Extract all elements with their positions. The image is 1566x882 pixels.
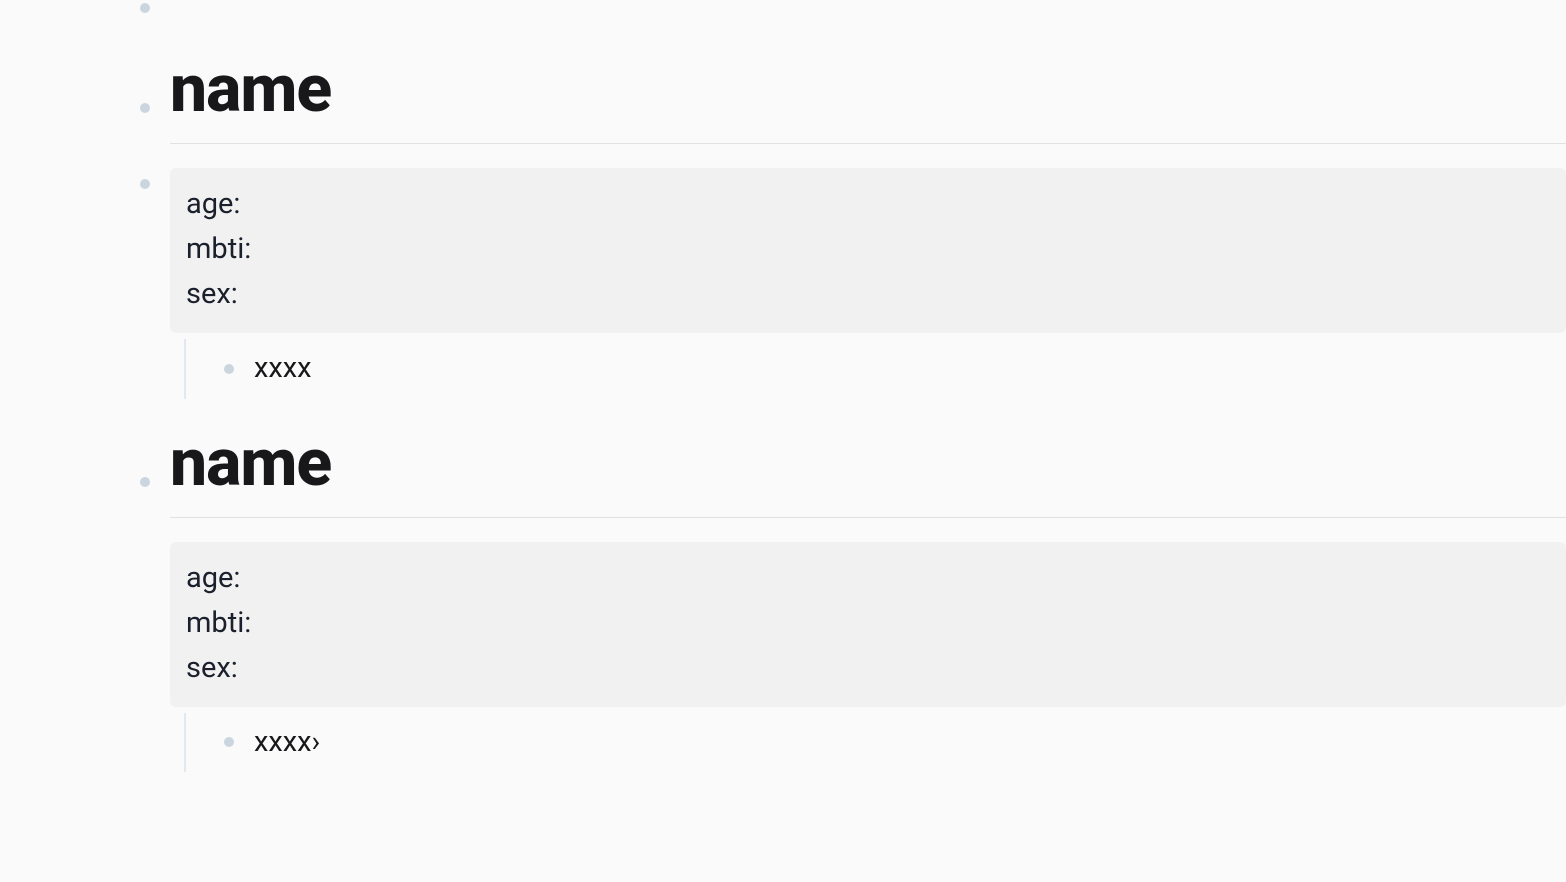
fields-codeblock[interactable]: age: mbti: sex: [170,168,1566,333]
note-list: xxxx [216,339,1566,399]
note-list: xxxx› [216,713,1566,773]
section-fields-item[interactable]: age: mbti: sex: xxxx› [130,542,1566,772]
section-heading[interactable]: name [170,424,1566,518]
note-text[interactable]: xxxx› [254,725,320,759]
note-wrap: xxxx [184,339,1566,399]
empty-bullet[interactable] [130,0,1566,20]
section-heading-item[interactable]: name [130,50,1566,144]
note-item[interactable]: xxxx› [216,721,1566,765]
section-heading[interactable]: name [170,50,1566,144]
document-outline: name age: mbti: sex: xxxx name age: mbti… [130,0,1566,772]
note-text[interactable]: xxxx [254,351,312,385]
note-wrap: xxxx› [184,713,1566,773]
note-item[interactable]: xxxx [216,347,1566,391]
fields-codeblock[interactable]: age: mbti: sex: [170,542,1566,707]
section-heading-item[interactable]: name [130,424,1566,518]
section-fields-item[interactable]: age: mbti: sex: xxxx [130,168,1566,398]
